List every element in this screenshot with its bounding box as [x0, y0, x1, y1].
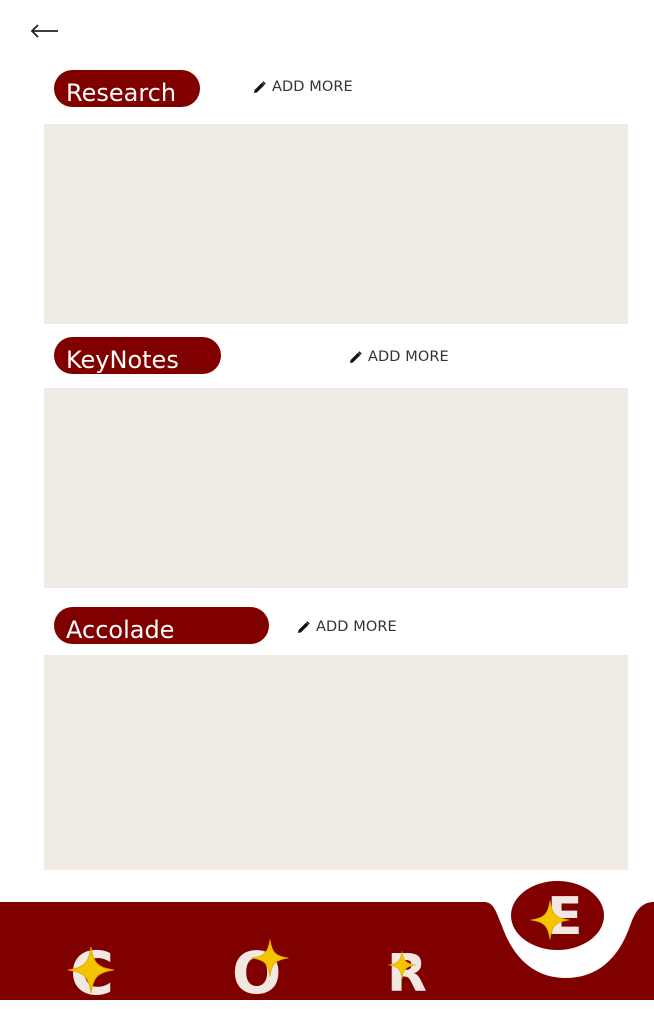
- research-content-panel: [44, 124, 628, 324]
- sparkle-star-icon: [251, 939, 289, 977]
- nav-item-e-fab[interactable]: E: [508, 878, 607, 953]
- sparkle-star-icon: [388, 951, 416, 979]
- section-title-research: Research: [54, 70, 200, 107]
- accolade-content-panel: [44, 655, 628, 870]
- section-title-accolade: Accolade: [54, 607, 269, 644]
- back-button[interactable]: [28, 14, 62, 48]
- sparkle-star-icon: [67, 946, 115, 994]
- nav-item-c[interactable]: C: [66, 942, 126, 1004]
- add-more-accolade-button[interactable]: ADD MORE: [297, 619, 397, 635]
- pencil-icon: [254, 80, 266, 93]
- sparkle-star-icon: [530, 900, 570, 940]
- section-title-label: Accolade: [66, 616, 175, 644]
- pencil-icon: [350, 350, 362, 363]
- add-more-keynotes-button[interactable]: ADD MORE: [349, 349, 449, 365]
- section-title-label: KeyNotes: [66, 346, 179, 374]
- section-title-keynotes: KeyNotes: [54, 337, 221, 374]
- nav-item-r[interactable]: R: [385, 942, 435, 1000]
- add-more-label: ADD MORE: [316, 619, 397, 635]
- section-title-label: Research: [66, 79, 177, 107]
- pencil-icon: [298, 620, 310, 633]
- add-more-research-button[interactable]: ADD MORE: [253, 79, 353, 95]
- keynotes-content-panel: [44, 388, 628, 588]
- arrow-left-icon: [30, 24, 58, 38]
- add-more-label: ADD MORE: [272, 79, 353, 95]
- add-more-label: ADD MORE: [368, 349, 449, 365]
- nav-item-o[interactable]: O: [230, 938, 294, 1002]
